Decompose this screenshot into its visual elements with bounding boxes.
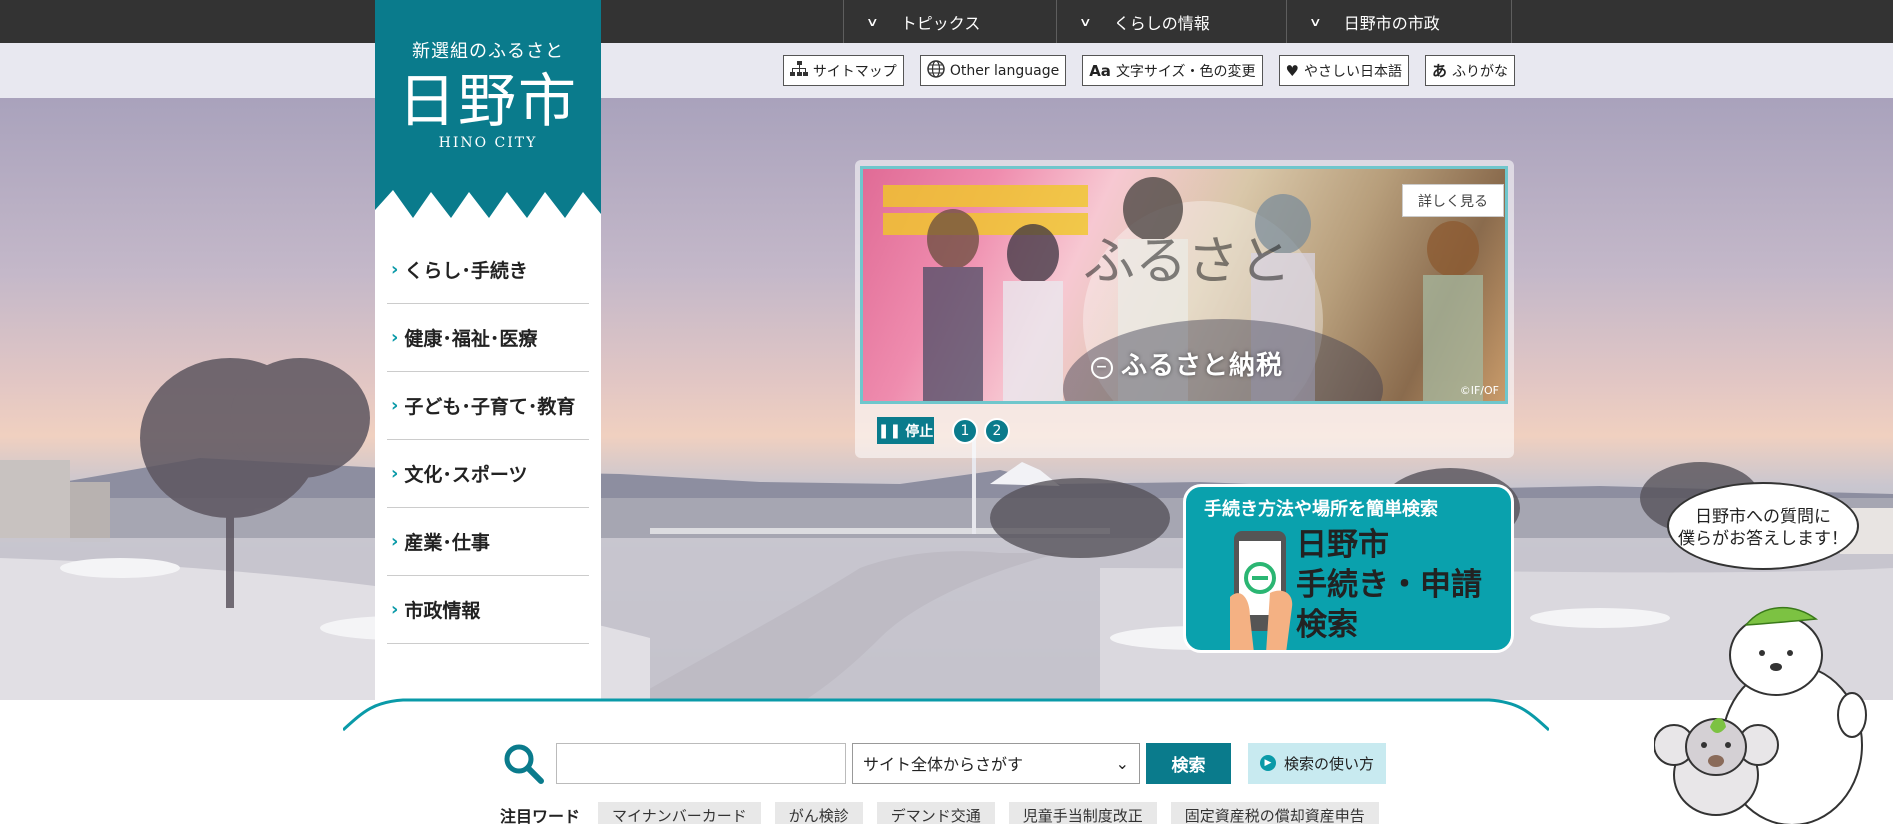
slide-dot-2[interactable]: 2: [984, 417, 1010, 444]
featured-keywords: 注目ワード マイナンバーカード がん検診 デマンド交通 児童手当制度改正 固定資…: [500, 802, 1393, 824]
top-nav-label: 日野市の市政: [1343, 13, 1440, 33]
chevron-right-icon: ›: [391, 599, 399, 620]
stop-button[interactable]: ❚❚ 停止: [877, 417, 934, 444]
furigana-label: ふりがな: [1452, 63, 1508, 80]
utility-bar: サイトマップ Other language Aa 文字サイズ・色の変更 ♥ やさ…: [0, 43, 1893, 98]
easy-japanese-label: やさしい日本語: [1303, 63, 1402, 80]
smartphone-hand-icon: [1230, 531, 1293, 650]
slide-dot-1[interactable]: 1: [952, 417, 978, 444]
keyword-tag[interactable]: デマンド交通: [876, 802, 995, 824]
logo-column: 新選組のふるさと 日野市 HINO CITY › くらし･手続き › 健康･福祉･医…: [375, 0, 601, 700]
top-nav-topics[interactable]: ∨ トピックス: [843, 0, 1056, 43]
play-icon: ▶: [1260, 755, 1276, 771]
logo-tagline: 新選組のふるさと: [412, 41, 564, 62]
chevron-right-icon: ›: [391, 259, 399, 280]
procedure-banner-line: 日野市: [1296, 527, 1389, 563]
side-menu-label: くらし･手続き: [404, 260, 528, 282]
sitemap-button[interactable]: サイトマップ: [782, 55, 904, 86]
side-menu-label: 文化･スポーツ: [404, 464, 528, 486]
keyword-tag[interactable]: がん検診: [774, 802, 863, 824]
side-menu-children[interactable]: › 子ども･子育て･教育: [387, 372, 589, 440]
slider-controls: ❚❚ 停止 1 2: [877, 417, 1010, 444]
easy-japanese-button[interactable]: ♥ やさしい日本語: [1278, 55, 1409, 86]
procedure-banner-title: 日野市 手続き・申請 検索: [1296, 525, 1482, 645]
chevron-right-icon: ›: [391, 327, 399, 348]
chevron-down-icon: ∨: [1308, 14, 1322, 29]
side-menu-city-info[interactable]: › 市政情報: [387, 576, 589, 644]
slide-image[interactable]: ふるさと − ふるさと納税 ©IF/OF 詳しく見る: [860, 166, 1508, 404]
other-language-label: Other language: [949, 62, 1060, 79]
side-menu: › くらし･手続き › 健康･福祉･医療 › 子ども･子育て･教育 › 文化･スポーツ …: [387, 236, 589, 644]
sitemap-label: サイトマップ: [812, 63, 897, 80]
chevron-down-icon: ∨: [865, 14, 879, 29]
detail-button[interactable]: 詳しく見る: [1402, 184, 1504, 217]
side-menu-label: 健康･福祉･医療: [404, 328, 538, 350]
slide-calligraphy: ふるさと: [1083, 232, 1291, 292]
top-nav-city-government[interactable]: ∨ 日野市の市政: [1286, 0, 1512, 43]
top-nav-living[interactable]: ∨ くらしの情報: [1056, 0, 1286, 43]
mascot-speech-bubble[interactable]: 日野市への質問に 僕らがお答えします！: [1667, 482, 1859, 570]
pause-icon: ❚❚: [877, 422, 902, 439]
text-size-icon: Aa: [1089, 61, 1111, 80]
chevron-right-icon: ›: [391, 395, 399, 416]
search-icon[interactable]: [502, 742, 544, 784]
side-menu-label: 市政情報: [404, 600, 481, 622]
furigana-button[interactable]: あ ふりがな: [1424, 55, 1515, 86]
mountain-pattern-icon: [375, 190, 601, 230]
procedure-search-banner[interactable]: 手続き方法や場所を簡単検索 日野市 手続き・申請 検索: [1183, 484, 1514, 653]
procedure-banner-line: 手続き・申請: [1296, 567, 1482, 603]
search-howto-button[interactable]: ▶ 検索の使い方: [1248, 742, 1387, 784]
top-bar: ∨ トピックス ∨ くらしの情報 ∨ 日野市の市政: [0, 0, 1893, 43]
slide-caption: − ふるさと納税: [1091, 345, 1283, 382]
bubble-line: 僕らがお答えします！: [1678, 529, 1848, 549]
search-scope-value: サイト全体からさがす: [863, 755, 1024, 774]
bubble-line: 日野市への質問に: [1695, 507, 1831, 527]
other-language-button[interactable]: Other language: [919, 55, 1067, 86]
search-scope-select[interactable]: サイト全体からさがす ⌄: [852, 742, 1140, 784]
text-size-button[interactable]: Aa 文字サイズ・色の変更: [1082, 55, 1263, 86]
side-menu-label: 産業･仕事: [404, 532, 490, 554]
utility-buttons: サイトマップ Other language Aa 文字サイズ・色の変更 ♥ やさ…: [782, 55, 1515, 86]
side-menu-living[interactable]: › くらし･手続き: [387, 236, 589, 304]
top-nav-label: トピックス: [900, 13, 981, 33]
chevron-down-icon: ∨: [1078, 14, 1092, 29]
site-logo[interactable]: 新選組のふるさと 日野市 HINO CITY: [375, 0, 601, 230]
logo-name: 日野市: [397, 67, 578, 135]
chevron-right-icon: ›: [391, 463, 399, 484]
side-menu-health[interactable]: › 健康･福祉･医療: [387, 304, 589, 372]
heart-icon: ♥: [1285, 61, 1299, 80]
side-menu-industry[interactable]: › 産業･仕事: [387, 508, 589, 576]
slider-panel: ふるさと − ふるさと納税 ©IF/OF 詳しく見る ❚❚ 停止 1 2: [855, 160, 1514, 458]
search-button[interactable]: 検索: [1146, 742, 1231, 784]
search-input[interactable]: [556, 742, 846, 784]
search-row: サイト全体からさがす ⌄ 検索 ▶ 検索の使い方: [502, 742, 1387, 784]
procedure-banner-line: 検索: [1296, 607, 1358, 643]
chevron-right-icon: ›: [391, 531, 399, 552]
slide-caption-text: ふるさと納税: [1121, 351, 1284, 381]
minus-circle-icon: −: [1091, 357, 1113, 379]
procedure-banner-top-text: 手続き方法や場所を簡単検索: [1204, 499, 1438, 520]
sitemap-icon: [789, 60, 808, 81]
chevron-down-icon: ⌄: [1115, 753, 1129, 773]
search-area-arc: [343, 698, 1549, 732]
slide-credit: ©IF/OF: [1459, 384, 1499, 397]
globe-icon: [927, 59, 945, 82]
side-menu-label: 子ども･子育て･教育: [404, 396, 576, 418]
top-nav: ∨ トピックス ∨ くらしの情報 ∨ 日野市の市政: [843, 0, 1512, 43]
logo-english: HINO CITY: [438, 135, 538, 151]
stop-label: 停止: [905, 423, 934, 440]
mascot-characters[interactable]: [1654, 595, 1874, 824]
keywords-label: 注目ワード: [500, 807, 581, 824]
hiragana-a-icon: あ: [1431, 62, 1447, 80]
side-menu-culture[interactable]: › 文化･スポーツ: [387, 440, 589, 508]
keyword-tag[interactable]: 固定資産税の償却資産申告: [1170, 802, 1379, 824]
top-nav-label: くらしの情報: [1113, 13, 1210, 33]
keyword-tag[interactable]: マイナンバーカード: [598, 802, 761, 824]
search-howto-label: 検索の使い方: [1284, 754, 1375, 773]
keyword-tag[interactable]: 児童手当制度改正: [1008, 802, 1157, 824]
text-size-label: 文字サイズ・色の変更: [1115, 63, 1256, 80]
